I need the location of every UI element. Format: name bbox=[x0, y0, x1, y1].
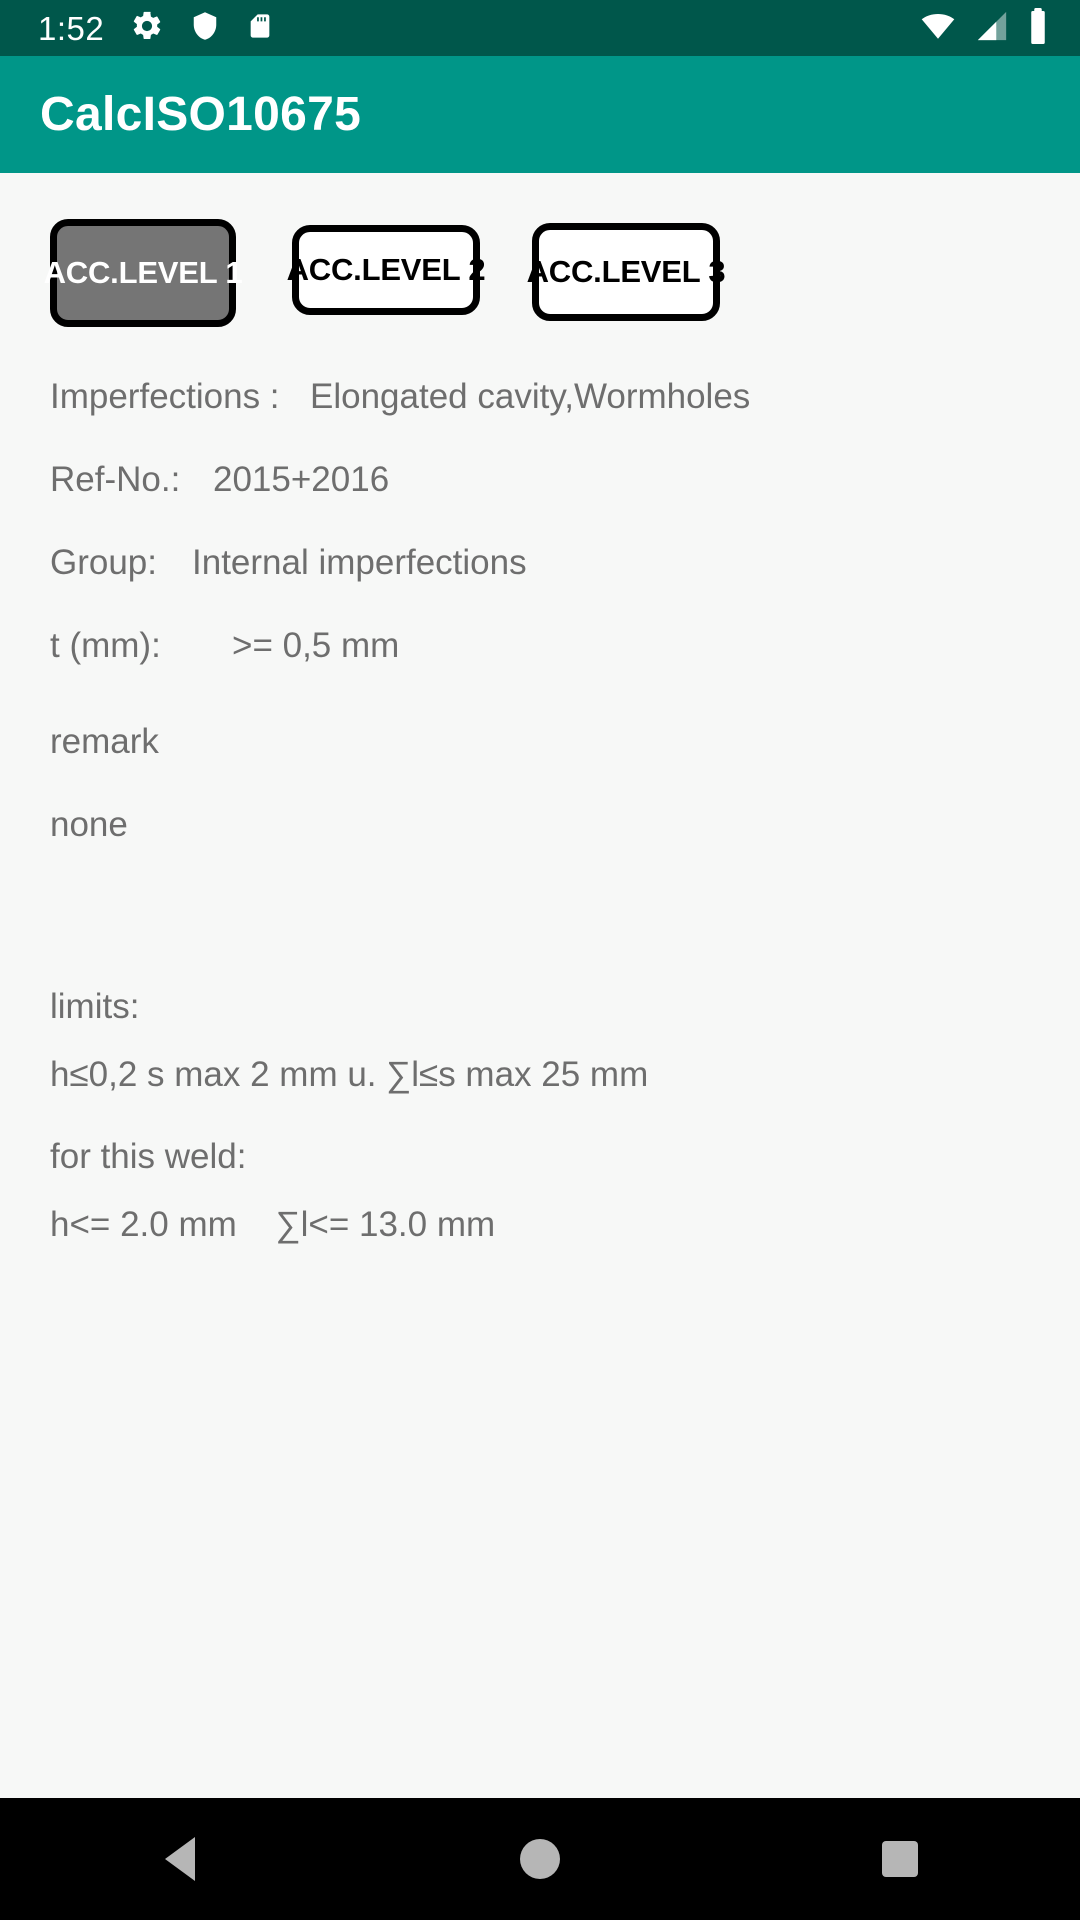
cellular-signal-icon bbox=[974, 9, 1010, 48]
acc-level-1-button[interactable]: ACC.LEVEL 1 bbox=[44, 219, 243, 327]
wifi-icon bbox=[918, 9, 958, 48]
battery-icon bbox=[1026, 7, 1050, 49]
acc-level-1-label: ACC.LEVEL 1 bbox=[43, 255, 243, 290]
acc-level-2-button[interactable]: ACC.LEVEL 2 bbox=[287, 225, 486, 315]
app-bar: CalcISO10675 bbox=[0, 56, 1080, 173]
refno-label: Ref-No.: bbox=[50, 460, 181, 499]
imperfections-value: Elongated cavity,Wormholes bbox=[310, 377, 751, 416]
remark-block: remark none bbox=[0, 722, 1080, 845]
status-bar-clock: 1:52 bbox=[38, 9, 105, 47]
thickness-label: t (mm): bbox=[50, 626, 161, 665]
status-bar-right bbox=[918, 7, 1050, 49]
home-circle-icon bbox=[520, 1839, 560, 1879]
group-value: Internal imperfections bbox=[192, 543, 527, 582]
status-bar-left: 1:52 bbox=[38, 9, 274, 48]
group-row: Group: Internal imperfections bbox=[50, 543, 1030, 583]
refno-row: Ref-No.: 2015+2016 bbox=[50, 460, 1030, 500]
weld-title: for this weld: bbox=[50, 1137, 247, 1176]
thickness-value: >= 0,5 mm bbox=[232, 626, 400, 665]
acc-level-2-label: ACC.LEVEL 2 bbox=[286, 252, 486, 287]
home-button[interactable] bbox=[465, 1798, 615, 1920]
group-label: Group: bbox=[50, 543, 157, 582]
recents-square-icon bbox=[882, 1841, 918, 1877]
gear-icon bbox=[130, 9, 164, 48]
refno-value: 2015+2016 bbox=[213, 460, 390, 499]
shield-icon bbox=[190, 9, 220, 48]
page-title: CalcISO10675 bbox=[40, 88, 362, 141]
acc-level-3-label: ACC.LEVEL 3 bbox=[526, 254, 726, 289]
back-triangle-icon bbox=[165, 1837, 195, 1881]
sd-card-icon bbox=[246, 9, 274, 48]
acceptance-level-button-group: ACC.LEVEL 1 ACC.LEVEL 2 ACC.LEVEL 3 bbox=[0, 219, 1080, 327]
android-navigation-bar bbox=[0, 1798, 1080, 1920]
remark-text: none bbox=[50, 805, 128, 844]
back-button[interactable] bbox=[105, 1798, 255, 1920]
thickness-row: t (mm): >= 0,5 mm bbox=[50, 626, 1030, 666]
remark-title: remark bbox=[50, 722, 159, 761]
limits-title: limits: bbox=[50, 987, 140, 1026]
recents-button[interactable] bbox=[825, 1798, 975, 1920]
imperfections-row: Imperfections : Elongated cavity,Wormhol… bbox=[50, 377, 1030, 417]
status-bar: 1:52 bbox=[0, 0, 1080, 56]
acc-level-3-button[interactable]: ACC.LEVEL 3 bbox=[527, 223, 726, 321]
main-content: ACC.LEVEL 1 ACC.LEVEL 2 ACC.LEVEL 3 Impe… bbox=[0, 173, 1080, 1798]
imperfections-label: Imperfections : bbox=[50, 377, 280, 416]
limits-formula: h≤0,2 s max 2 mm u. ∑l≤s max 25 mm bbox=[50, 1055, 649, 1094]
limits-block: limits: h≤0,2 s max 2 mm u. ∑l≤s max 25 … bbox=[0, 987, 1080, 1245]
details-block: Imperfections : Elongated cavity,Wormhol… bbox=[0, 377, 1080, 666]
weld-values: h<= 2.0 mm ∑l<= 13.0 mm bbox=[50, 1205, 496, 1244]
phone-screen: 1:52 CalcISO10675 ACC.LEVEL 1 ACC.LEVEL … bbox=[0, 0, 1080, 1920]
